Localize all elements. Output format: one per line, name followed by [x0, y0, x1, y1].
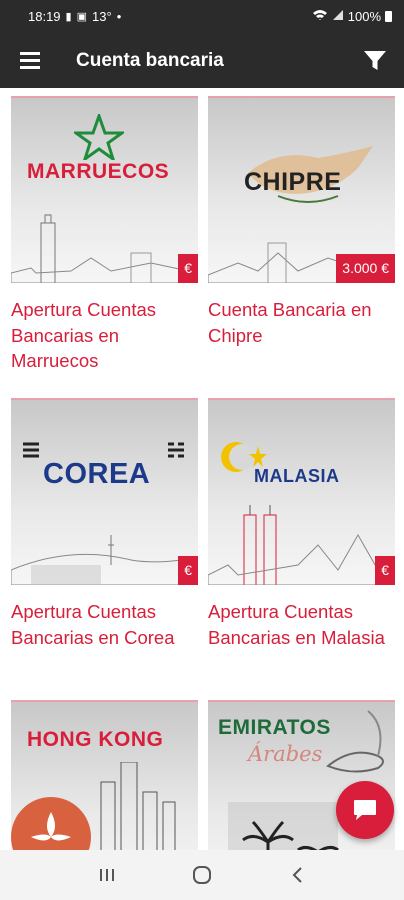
country-sublabel: Árabes — [248, 742, 323, 766]
price-badge: € — [178, 556, 198, 585]
skyline-illustration — [208, 505, 395, 585]
price-badge: € — [375, 556, 395, 585]
chat-icon — [354, 800, 376, 820]
home-button[interactable] — [182, 855, 222, 895]
product-image: MALASIA € — [208, 398, 395, 585]
status-bar: 18:19 ▮ ▣ 13° • 100% — [0, 0, 404, 33]
filter-button[interactable] — [346, 33, 404, 88]
skyline-illustration — [11, 535, 198, 585]
home-icon — [192, 866, 211, 884]
product-title[interactable]: Apertura Cuentas Bancarias en Corea — [11, 599, 198, 650]
country-label: MARRUECOS — [27, 160, 170, 183]
product-image: COREA € — [11, 398, 198, 585]
skyline-illustration — [11, 214, 198, 283]
recent-apps-icon — [100, 869, 115, 881]
product-title[interactable]: Apertura Cuentas Bancarias en Marruecos — [11, 297, 198, 374]
skyline-illustration — [11, 762, 176, 850]
menu-button[interactable] — [0, 33, 60, 88]
country-label: CHIPRE — [244, 168, 342, 196]
star-icon — [74, 114, 124, 160]
filter-icon — [364, 50, 386, 70]
gallery-icon: ▣ — [76, 11, 88, 23]
app-bar: Cuenta bancaria — [0, 33, 404, 88]
product-title[interactable]: Cuenta Bancaria en Chipre — [208, 297, 395, 348]
wifi-icon — [312, 9, 328, 24]
trigram-icon — [168, 442, 184, 458]
status-time: 18:19 — [28, 9, 61, 24]
price-badge: 3.000 € — [336, 254, 395, 283]
back-button[interactable] — [277, 855, 317, 895]
battery-icon — [385, 11, 392, 22]
country-label: COREA — [43, 458, 151, 490]
hamburger-icon — [20, 50, 40, 71]
lamp-illustration — [326, 710, 384, 773]
product-title[interactable]: Apertura Cuentas Bancarias en Malasia — [208, 599, 395, 650]
trigram-icon — [23, 442, 39, 458]
product-image: HONG KONG — [11, 700, 198, 850]
price-badge: € — [178, 254, 198, 283]
country-label: EMIRATOS — [218, 716, 331, 739]
product-image: CHIPRE 3.000 € — [208, 96, 395, 283]
battery-percent: 100% — [347, 9, 381, 24]
back-icon — [292, 867, 302, 883]
country-label: HONG KONG — [27, 728, 164, 751]
status-dot: • — [116, 9, 122, 24]
notification-icon: ▮ — [65, 11, 72, 23]
system-nav-bar — [0, 850, 404, 900]
signal-icon — [332, 9, 344, 24]
status-temp: 13° — [92, 9, 112, 24]
chat-button[interactable] — [336, 781, 394, 839]
product-image: MARRUECOS € — [11, 96, 198, 283]
page-title: Cuenta bancaria — [76, 49, 224, 71]
product-grid: MARRUECOS € Apertura Cuentas Bancarias e… — [0, 88, 404, 850]
recent-apps-button[interactable] — [87, 855, 127, 895]
country-label: MALASIA — [254, 466, 340, 486]
